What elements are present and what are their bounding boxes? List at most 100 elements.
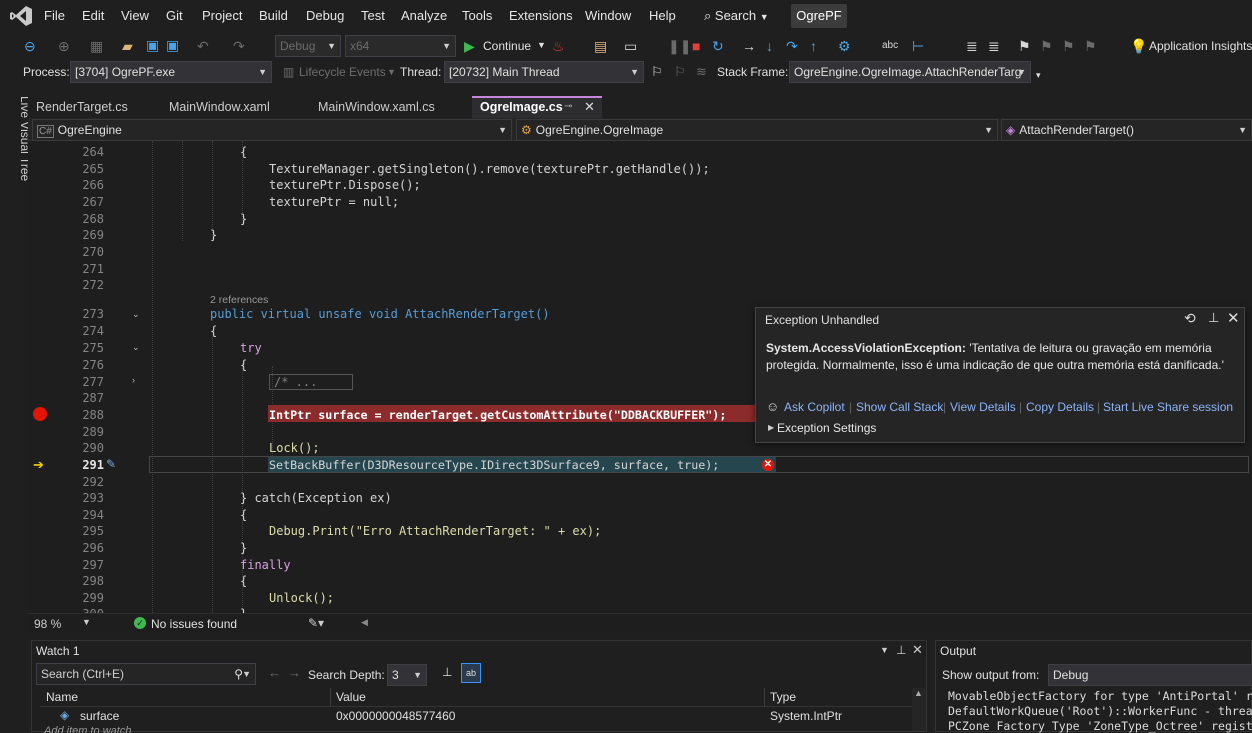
- process-dropdown[interactable]: [3704] OgrePF.exe ▼: [70, 61, 272, 83]
- live-share-link[interactable]: Start Live Share session: [1103, 400, 1233, 414]
- forward-icon[interactable]: ⊕: [58, 38, 70, 54]
- collapse-icon[interactable]: ⌄: [132, 309, 140, 320]
- menu-tools[interactable]: Tools: [462, 8, 492, 23]
- save-all-icon[interactable]: ▣: [166, 37, 179, 53]
- hot-reload-icon[interactable]: ♨: [552, 38, 565, 54]
- ask-copilot-link[interactable]: Ask Copilot: [784, 400, 845, 414]
- column-name[interactable]: Name: [46, 690, 78, 704]
- view-details-link[interactable]: View Details: [950, 400, 1016, 414]
- column-type[interactable]: Type: [770, 690, 796, 704]
- history-icon[interactable]: ⟲: [1184, 310, 1196, 327]
- expand-triangle-icon[interactable]: ▶: [768, 423, 774, 432]
- pin-icon[interactable]: ⊸: [564, 98, 572, 116]
- step-into-icon[interactable]: ↓: [766, 38, 773, 54]
- expand-icon[interactable]: ›: [132, 375, 135, 385]
- exception-error-icon[interactable]: ✕: [762, 459, 774, 471]
- thread-dropdown[interactable]: [20732] Main Thread ▼: [444, 61, 644, 83]
- save-icon[interactable]: ▣: [146, 37, 159, 53]
- collapsed-region[interactable]: /* ...: [269, 374, 353, 390]
- stop-icon[interactable]: ■: [692, 38, 700, 54]
- configuration-dropdown[interactable]: Debug ▼: [275, 35, 341, 57]
- search-next-icon[interactable]: →: [288, 665, 301, 680]
- column-divider[interactable]: [330, 688, 331, 707]
- breakpoint-icon[interactable]: [33, 407, 47, 421]
- menu-help[interactable]: Help: [649, 8, 676, 23]
- edit-and-continue-icon[interactable]: ✎: [106, 457, 116, 471]
- pin-icon[interactable]: ⊥: [896, 643, 906, 657]
- layout-icon[interactable]: ▭: [624, 38, 637, 54]
- chevron-down-icon[interactable]: ▼: [82, 617, 91, 627]
- bookmark-icon[interactable]: ⚑: [1018, 38, 1031, 54]
- column-value[interactable]: Value: [336, 690, 366, 704]
- menu-file[interactable]: File: [44, 8, 65, 23]
- tab-mainwindow-xaml-cs[interactable]: MainWindow.xaml.cs: [310, 96, 475, 118]
- search-depth-dropdown[interactable]: 3 ▼: [387, 664, 427, 686]
- table-row[interactable]: ◈ surface 0x0000000048577460 System.IntP…: [40, 707, 912, 725]
- exception-settings-toggle[interactable]: Exception Settings: [777, 421, 876, 435]
- menu-git[interactable]: Git: [166, 8, 183, 23]
- menu-test[interactable]: Test: [361, 8, 385, 23]
- menu-debug[interactable]: Debug: [306, 8, 344, 23]
- clear-bookmarks-icon[interactable]: ⚑: [1084, 38, 1097, 54]
- undo-icon[interactable]: ↶: [197, 38, 209, 54]
- project-dropdown[interactable]: C# OgreEngine ▼: [32, 119, 512, 141]
- flag-thread-icon[interactable]: ⚐: [651, 64, 663, 80]
- column-divider[interactable]: [764, 688, 765, 707]
- show-call-stack-link[interactable]: Show Call Stack: [856, 400, 943, 414]
- visual-studio-logo-icon[interactable]: [10, 6, 32, 26]
- watch-scrollbar[interactable]: ▲: [912, 688, 926, 731]
- chevron-down-icon[interactable]: ▼: [880, 645, 889, 655]
- menu-analyze[interactable]: Analyze: [401, 8, 447, 23]
- close-icon[interactable]: ✕: [912, 642, 923, 658]
- copy-details-link[interactable]: Copy Details: [1026, 400, 1094, 414]
- redo-icon[interactable]: ↷: [233, 38, 245, 54]
- close-icon[interactable]: ✕: [1227, 309, 1240, 327]
- spell-check-icon[interactable]: abc: [882, 38, 898, 54]
- code-cleanup-icon[interactable]: ✎▾: [308, 616, 324, 630]
- pin-icon[interactable]: ⊥: [1208, 310, 1219, 326]
- scroll-left-icon[interactable]: ◀: [361, 617, 368, 628]
- continue-button[interactable]: Continue: [483, 39, 531, 53]
- play-icon[interactable]: ▶: [464, 38, 475, 54]
- menu-project[interactable]: Project: [202, 8, 242, 23]
- application-insights-button[interactable]: Application Insights: [1149, 39, 1252, 53]
- prev-bookmark-icon[interactable]: ⚑: [1040, 38, 1053, 54]
- show-flagged-icon[interactable]: ⚐: [674, 64, 686, 80]
- comment-icon[interactable]: ⊢: [912, 38, 924, 54]
- hex-display-icon[interactable]: ab: [461, 663, 481, 683]
- search-previous-icon[interactable]: ←: [268, 665, 281, 680]
- pin-to-source-icon[interactable]: ⊥: [442, 665, 452, 679]
- step-out-icon[interactable]: ↑: [810, 38, 817, 54]
- member-dropdown[interactable]: ◈ AttachRenderTarget() ▼: [1001, 119, 1252, 141]
- process-folder-icon[interactable]: ▤: [594, 38, 607, 54]
- restart-icon[interactable]: ↻: [712, 38, 724, 54]
- menu-window[interactable]: Window: [585, 8, 631, 23]
- watch-search-input[interactable]: Search (Ctrl+E) ⚲ ▼: [36, 663, 256, 685]
- search-box[interactable]: ⌕ Search ▼: [704, 8, 769, 24]
- stack-frame-dropdown[interactable]: OgreEngine.OgreImage.AttachRenderTarg ▼: [789, 61, 1031, 83]
- zoom-level[interactable]: 98 %: [34, 617, 61, 631]
- open-folder-icon[interactable]: ▰: [122, 38, 133, 54]
- scroll-up-icon[interactable]: ▲: [914, 688, 923, 698]
- new-project-icon[interactable]: ▦: [90, 38, 103, 54]
- class-dropdown[interactable]: ⚙ OgreEngine.OgreImage ▼: [516, 119, 998, 141]
- toolbar-overflow-icon[interactable]: ▾: [1036, 70, 1041, 81]
- parallel-stacks-icon[interactable]: ≋: [696, 64, 707, 80]
- show-next-statement-icon[interactable]: →: [742, 38, 756, 54]
- tab-ogreimage-cs[interactable]: OgreImage.cs ⊸ ✕: [472, 96, 602, 118]
- break-all-icon[interactable]: ❚❚: [668, 38, 691, 54]
- indent-icon[interactable]: ≣: [988, 38, 1000, 54]
- issues-status[interactable]: No issues found: [151, 617, 237, 631]
- output-source-dropdown[interactable]: Debug: [1048, 664, 1252, 686]
- step-over-icon[interactable]: ↷: [786, 38, 798, 54]
- menu-edit[interactable]: Edit: [82, 8, 104, 23]
- codelens-references[interactable]: 2 references: [210, 294, 268, 306]
- close-icon[interactable]: ✕: [584, 98, 595, 116]
- tab-rendertarget-cs[interactable]: RenderTarget.cs: [28, 96, 158, 118]
- indicator-margin[interactable]: [28, 141, 50, 613]
- back-icon[interactable]: ⊖: [24, 38, 36, 54]
- menu-view[interactable]: View: [121, 8, 149, 23]
- chevron-down-icon[interactable]: ▼: [387, 67, 396, 77]
- diagnostic-tools-icon[interactable]: ⚙: [838, 38, 851, 54]
- next-bookmark-icon[interactable]: ⚑: [1062, 38, 1075, 54]
